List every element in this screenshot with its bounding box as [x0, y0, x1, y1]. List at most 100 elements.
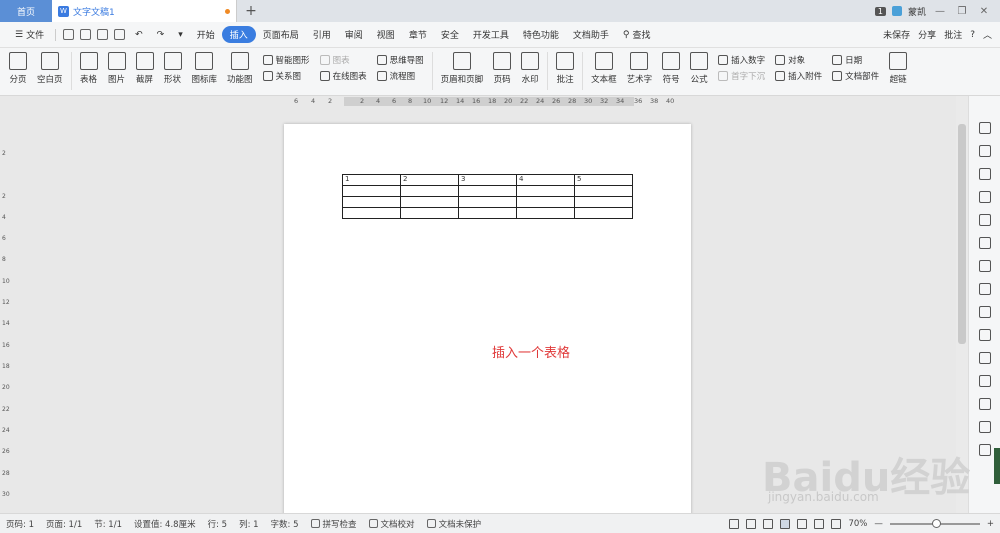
page-view-icon[interactable] [780, 518, 791, 529]
picture-button[interactable]: 图片 [103, 52, 131, 85]
zoom-out-button[interactable]: — [874, 519, 883, 529]
proofread-button[interactable]: 文档校对 [368, 518, 415, 530]
lock-icon[interactable] [978, 329, 991, 341]
bar-chart-icon[interactable] [978, 283, 991, 295]
user-name[interactable]: 蒙凯 [908, 5, 926, 18]
zoom-in-button[interactable]: + [987, 519, 994, 529]
cursor-icon[interactable] [978, 145, 991, 157]
file-menu[interactable]: ☰ 文件 [8, 28, 51, 42]
shapes-icon[interactable] [978, 191, 991, 203]
close-icon[interactable]: ✕ [976, 6, 992, 17]
table-cell[interactable] [400, 207, 459, 219]
table-icon[interactable] [978, 237, 991, 249]
icon-library-button[interactable]: 图标库 [187, 52, 223, 85]
protect-button[interactable]: 文档未保护 [426, 518, 481, 530]
flowchart-button[interactable]: 流程图 [376, 70, 424, 82]
watermark-button[interactable]: 水印 [516, 52, 544, 85]
zoom-slider-knob[interactable] [931, 518, 941, 528]
insert-attachment-button[interactable]: 插入附件 [775, 70, 822, 82]
new-tab-button[interactable]: + [237, 0, 265, 22]
restore-icon[interactable]: ❐ [954, 6, 970, 17]
outline-view-icon[interactable] [797, 518, 808, 529]
screenshot-button[interactable]: 截屏 [131, 52, 159, 85]
undo-icon[interactable]: ↶ [128, 30, 150, 40]
zoom-level[interactable]: 70% [848, 519, 867, 529]
table-cell[interactable] [516, 185, 575, 197]
table-cell[interactable] [574, 196, 633, 208]
share-button[interactable]: 分享 [918, 28, 936, 41]
mind-map-button[interactable]: 思维导图 [376, 54, 424, 66]
picture-icon[interactable] [978, 444, 991, 456]
status-word-count[interactable]: 字数: 5 [271, 518, 299, 530]
symbol-button[interactable]: 符号 [657, 52, 685, 85]
fullscreen-icon[interactable] [729, 518, 740, 529]
tab-security[interactable]: 安全 [434, 28, 466, 41]
vertical-ruler[interactable]: 2 2 4 6 8 10 12 14 16 18 20 22 24 26 28 … [0, 108, 10, 513]
shape-button[interactable]: 形状 [159, 52, 187, 85]
tab-chapter[interactable]: 章节 [402, 28, 434, 41]
blank-page-button[interactable]: 空白页 [32, 52, 68, 85]
table-cell[interactable] [516, 207, 575, 219]
tab-document[interactable]: W 文字文稿1 [52, 0, 237, 22]
formula-button[interactable]: 公式 [685, 52, 713, 85]
translate-icon[interactable] [978, 398, 991, 410]
page-number-button[interactable]: 页码 [488, 52, 516, 85]
annotate-button[interactable]: 批注 [944, 28, 962, 41]
hyperlink-button[interactable]: 超链 [884, 52, 912, 85]
scrollbar-thumb[interactable] [958, 124, 966, 344]
status-setting[interactable]: 设置值: 4.8厘米 [134, 518, 196, 530]
table-cell[interactable] [516, 196, 575, 208]
table-cell[interactable] [458, 196, 517, 208]
grid-icon[interactable] [978, 260, 991, 272]
window-count-badge[interactable]: 1 [874, 6, 886, 16]
table-cell[interactable]: 4 [516, 174, 575, 186]
tab-special[interactable]: 特色功能 [516, 28, 566, 41]
table-cell[interactable]: 2 [400, 174, 459, 186]
header-footer-button[interactable]: 页眉和页脚 [436, 52, 489, 85]
status-pages[interactable]: 页面: 1/1 [46, 518, 82, 530]
collapse-ribbon-icon[interactable]: ︿ [983, 28, 992, 41]
function-chart-button[interactable]: 功能图 [222, 52, 258, 85]
table-cell[interactable]: 5 [574, 174, 633, 186]
pen-icon[interactable] [978, 122, 991, 134]
tab-review[interactable]: 审阅 [338, 28, 370, 41]
table-cell[interactable] [574, 207, 633, 219]
document-page[interactable]: 1 2 3 4 5 插入一个表格 [284, 124, 691, 519]
date-button[interactable]: 日期 [832, 54, 879, 66]
doc-parts-button[interactable]: 文档部件 [832, 70, 879, 82]
spell-check-button[interactable]: 拼写检查 [310, 518, 357, 530]
table-cell[interactable] [400, 185, 459, 197]
user-icon[interactable] [891, 6, 902, 16]
help-button[interactable]: ? [970, 30, 975, 40]
print-preview-icon[interactable] [114, 29, 126, 40]
online-chart-button[interactable]: 在线图表 [319, 70, 367, 82]
customize-icon[interactable]: ▾ [171, 30, 190, 40]
status-page-number[interactable]: 页码: 1 [6, 518, 34, 530]
reading-mode-icon[interactable] [746, 518, 757, 529]
archive-icon[interactable] [978, 421, 991, 433]
table-cell[interactable] [400, 196, 459, 208]
location-icon[interactable] [978, 168, 991, 180]
status-row[interactable]: 行: 5 [208, 518, 227, 530]
smart-art-button[interactable]: 智能图形 [262, 54, 310, 66]
table-cell[interactable] [342, 185, 401, 197]
tab-page-layout[interactable]: 页面布局 [256, 28, 306, 41]
table-cell[interactable] [342, 207, 401, 219]
search-button[interactable]: ⚲ 查找 [616, 28, 658, 42]
status-section[interactable]: 节: 1/1 [94, 518, 122, 530]
tab-developer[interactable]: 开发工具 [466, 28, 516, 41]
insert-number-button[interactable]: 插入数字 [718, 54, 765, 66]
tab-insert[interactable]: 插入 [221, 26, 256, 43]
table-cell[interactable] [458, 207, 517, 219]
save-icon[interactable] [63, 29, 75, 40]
image-search-icon[interactable] [978, 352, 991, 364]
zoom-slider[interactable] [889, 518, 980, 528]
drop-cap-button[interactable]: 首字下沉 [718, 70, 765, 82]
table-cell[interactable]: 1 [342, 174, 401, 186]
paint-bucket-icon[interactable] [978, 214, 991, 226]
minimize-icon[interactable]: — [932, 6, 948, 17]
layout-icon[interactable] [978, 306, 991, 318]
unsaved-status[interactable]: 未保存 [883, 28, 910, 41]
table-cell[interactable] [458, 185, 517, 197]
word-art-button[interactable]: 艺术字 [622, 52, 658, 85]
